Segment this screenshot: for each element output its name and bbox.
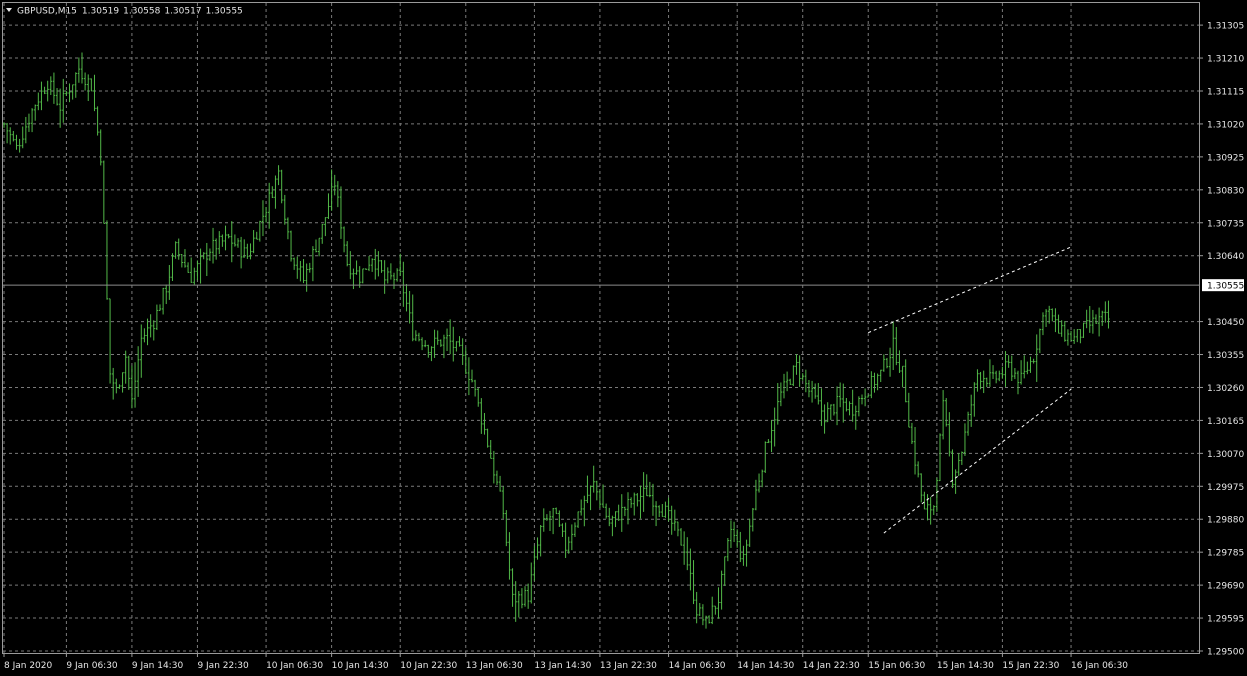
x-tick-label-2: 9 Jan 14:30 xyxy=(132,661,184,671)
y-tick-label-0: 1.31305 xyxy=(1207,22,1244,32)
chart-background xyxy=(0,0,1247,676)
x-tick-label-9: 13 Jan 22:30 xyxy=(600,661,657,671)
y-tick-label-8: 1.30450 xyxy=(1207,318,1244,328)
x-tick-label-11: 14 Jan 14:30 xyxy=(737,661,794,671)
y-tick-label-6: 1.30735 xyxy=(1207,219,1244,229)
x-tick-label-10: 14 Jan 06:30 xyxy=(669,661,726,671)
y-tick-label-5: 1.30830 xyxy=(1207,186,1244,196)
y-tick-label-13: 1.29975 xyxy=(1207,483,1244,493)
y-tick-label-2: 1.31115 xyxy=(1207,87,1244,97)
x-tick-label-4: 10 Jan 06:30 xyxy=(266,661,323,671)
x-tick-label-6: 10 Jan 22:30 xyxy=(400,661,457,671)
current-price-label-text: 1.30555 xyxy=(1207,282,1244,292)
x-tick-label-8: 13 Jan 14:30 xyxy=(534,661,591,671)
x-tick-label-15: 15 Jan 22:30 xyxy=(1002,661,1059,671)
y-tick-label-15: 1.29785 xyxy=(1207,549,1244,559)
y-tick-label-12: 1.30070 xyxy=(1207,450,1244,460)
y-tick-label-18: 1.29500 xyxy=(1207,648,1244,658)
x-tick-label-12: 14 Jan 22:30 xyxy=(803,661,860,671)
x-tick-label-5: 10 Jan 14:30 xyxy=(332,661,389,671)
y-tick-label-10: 1.30260 xyxy=(1207,384,1244,394)
y-tick-label-3: 1.31020 xyxy=(1207,120,1244,130)
x-tick-label-0: 8 Jan 2020 xyxy=(4,661,52,671)
x-tick-label-13: 15 Jan 06:30 xyxy=(868,661,925,671)
x-tick-label-3: 9 Jan 22:30 xyxy=(197,661,249,671)
header-symbol: GBPUSD,M15 1.30519 1.30558 1.30517 1.30555 xyxy=(17,7,243,17)
y-tick-label-1: 1.31210 xyxy=(1207,55,1244,65)
y-tick-label-9: 1.30355 xyxy=(1207,351,1244,361)
y-tick-label-4: 1.30925 xyxy=(1207,153,1244,163)
x-tick-label-1: 9 Jan 06:30 xyxy=(66,661,118,671)
y-tick-label-11: 1.30165 xyxy=(1207,417,1244,427)
x-tick-label-16: 16 Jan 06:30 xyxy=(1071,661,1128,671)
x-tick-label-14: 15 Jan 14:30 xyxy=(937,661,994,671)
current-price-label: 1.30555 xyxy=(1202,279,1244,292)
y-tick-label-14: 1.29880 xyxy=(1207,516,1244,526)
x-tick-label-7: 13 Jan 06:30 xyxy=(466,661,523,671)
y-tick-label-17: 1.29595 xyxy=(1207,615,1244,625)
chart-header: GBPUSD,M15 1.30519 1.30558 1.30517 1.30555 xyxy=(6,7,243,17)
y-tick-label-7: 1.30640 xyxy=(1207,252,1244,262)
y-tick-label-16: 1.29690 xyxy=(1207,582,1244,592)
price-chart[interactable]: 1.31305 1.31210 1.31115 1.31020 1.30925 1.308… xyxy=(0,0,1247,676)
